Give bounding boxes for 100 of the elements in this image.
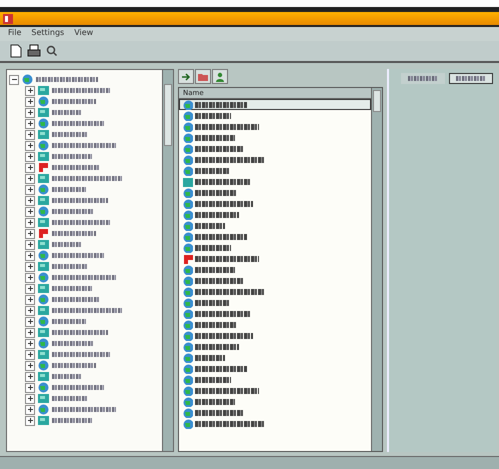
illegible-text: [195, 322, 237, 328]
menu-item[interactable]: Settings: [31, 28, 64, 40]
expand-toggle[interactable]: [25, 394, 35, 404]
illegible-text: [52, 231, 96, 236]
expand-toggle[interactable]: [25, 118, 35, 128]
globe-icon: [183, 276, 193, 286]
tile-icon: [38, 151, 49, 162]
tile-icon: [38, 305, 49, 316]
expand-toggle[interactable]: [25, 96, 35, 106]
illegible-text: [52, 176, 122, 181]
toolbar-button[interactable]: [195, 69, 211, 84]
illegible-text: [195, 266, 235, 272]
expand-toggle[interactable]: [25, 174, 35, 184]
expand-toggle[interactable]: [25, 306, 35, 316]
flag-icon: [38, 228, 49, 239]
illegible-text: [52, 187, 86, 192]
expand-toggle[interactable]: [25, 382, 35, 392]
expand-toggle[interactable]: [25, 86, 35, 96]
tile-icon: [38, 217, 49, 228]
menu-item[interactable]: File: [8, 28, 22, 40]
globe-icon: [183, 122, 193, 132]
toolbar-button[interactable]: [178, 69, 194, 84]
globe-icon: [38, 316, 49, 327]
illegible-text: [195, 420, 265, 426]
expand-toggle[interactable]: [25, 196, 35, 206]
expand-toggle[interactable]: [25, 404, 35, 414]
globe-icon: [183, 100, 193, 110]
expand-toggle[interactable]: [25, 338, 35, 348]
illegible-text: [195, 388, 259, 394]
globe-icon: [183, 374, 193, 384]
printer-icon[interactable]: [27, 44, 41, 58]
toolbar-button[interactable]: [212, 69, 228, 84]
expand-toggle[interactable]: [25, 162, 35, 172]
expand-toggle[interactable]: [25, 316, 35, 326]
expand-toggle[interactable]: [25, 108, 35, 118]
globe-icon: [183, 166, 193, 176]
tab[interactable]: [449, 73, 493, 84]
expand-toggle[interactable]: [25, 284, 35, 294]
new-file-icon[interactable]: [10, 44, 22, 58]
expand-toggle[interactable]: [25, 372, 35, 382]
tile-icon: [38, 129, 49, 140]
globe-icon: [38, 206, 49, 217]
expand-toggle[interactable]: [25, 416, 35, 426]
globe-icon: [22, 74, 33, 85]
globe-icon: [38, 250, 49, 261]
globe-icon: [38, 118, 49, 129]
illegible-text: [52, 154, 92, 159]
expand-toggle[interactable]: [25, 184, 35, 194]
globe-icon: [183, 330, 193, 340]
illegible-text: [195, 256, 259, 262]
globe-icon: [183, 386, 193, 396]
illegible-text: [52, 286, 92, 291]
expand-toggle[interactable]: [25, 140, 35, 150]
scrollbar[interactable]: [162, 70, 173, 451]
expand-toggle[interactable]: [25, 350, 35, 360]
illegible-text: [195, 200, 253, 206]
expand-toggle[interactable]: [25, 360, 35, 370]
illegible-text: [52, 121, 104, 126]
expand-toggle[interactable]: [25, 262, 35, 272]
menu-item[interactable]: View: [74, 28, 94, 40]
expand-toggle[interactable]: [25, 206, 35, 216]
globe-icon: [183, 154, 193, 164]
expand-toggle[interactable]: [25, 152, 35, 162]
globe-icon: [183, 220, 193, 230]
tile-icon: [38, 393, 49, 404]
globe-icon: [183, 396, 193, 406]
illegible-text: [52, 341, 94, 346]
globe-icon: [183, 232, 193, 242]
illegible-text: [195, 398, 235, 404]
list-item[interactable]: [179, 99, 371, 110]
expand-toggle[interactable]: [25, 272, 35, 282]
globe-icon: [183, 342, 193, 352]
expand-toggle[interactable]: [25, 218, 35, 228]
collapse-toggle[interactable]: [9, 74, 19, 84]
expand-toggle[interactable]: [25, 294, 35, 304]
illegible-text: [195, 212, 239, 218]
globe-icon: [38, 96, 49, 107]
expand-toggle[interactable]: [25, 130, 35, 140]
illegible-text: [52, 132, 88, 137]
tile-icon: [183, 176, 193, 186]
expand-toggle[interactable]: [25, 240, 35, 250]
illegible-text: [52, 198, 108, 203]
expand-toggle[interactable]: [25, 250, 35, 260]
tile-icon: [38, 239, 49, 250]
tile-icon: [38, 283, 49, 294]
globe-icon: [183, 188, 193, 198]
scrollbar[interactable]: [371, 88, 382, 451]
globe-icon: [183, 132, 193, 142]
search-icon[interactable]: [46, 44, 58, 58]
globe-icon: [38, 294, 49, 305]
expand-toggle[interactable]: [25, 228, 35, 238]
illegible-text: [52, 330, 108, 335]
illegible-text: [52, 99, 96, 104]
illegible-text: [52, 253, 104, 258]
globe-icon: [38, 338, 49, 349]
illegible-text: [52, 363, 96, 368]
illegible-text: [195, 168, 229, 174]
expand-toggle[interactable]: [25, 328, 35, 338]
globe-icon: [183, 242, 193, 252]
illegible-text: [195, 376, 231, 382]
